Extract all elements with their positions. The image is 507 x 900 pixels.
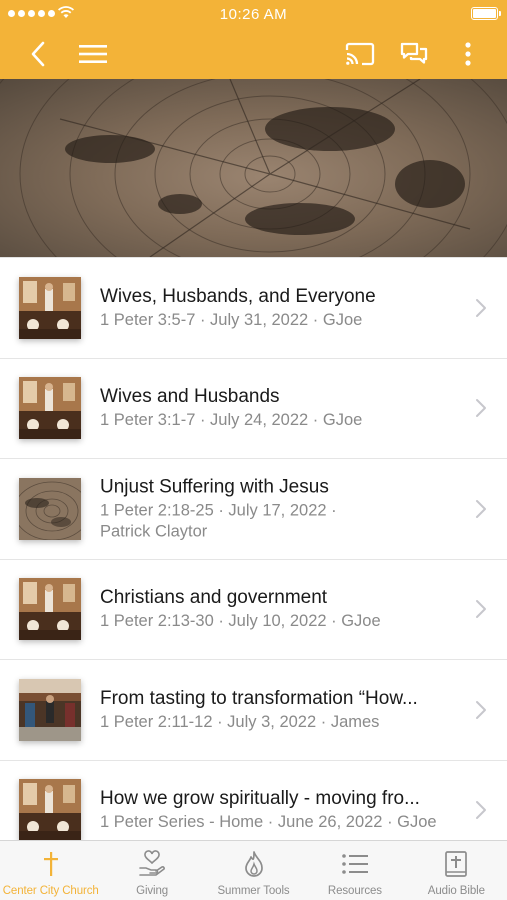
tab-label: Audio Bible bbox=[427, 885, 485, 897]
sermon-row[interactable]: Christians and government 1 Peter 2:13-3… bbox=[0, 559, 507, 660]
more-vertical-icon bbox=[465, 41, 471, 66]
hamburger-icon bbox=[79, 44, 107, 63]
sermon-thumbnail bbox=[19, 779, 81, 840]
nav-bar bbox=[0, 28, 507, 79]
sermon-details: 1 Peter Series - Home · June 26, 2022 · … bbox=[100, 813, 437, 832]
tab-resources[interactable]: Resources bbox=[304, 841, 405, 900]
chevron-right-icon bbox=[476, 600, 486, 619]
chevron-left-icon bbox=[31, 41, 45, 66]
chevron-right-icon bbox=[476, 700, 486, 719]
chevron-right-icon bbox=[476, 399, 486, 418]
sermon-row[interactable]: Unjust Suffering with Jesus 1 Peter 2:18… bbox=[0, 459, 507, 560]
sermon-thumbnail bbox=[19, 477, 81, 540]
tab-label: Center City Church bbox=[2, 885, 99, 897]
sermon-thumbnail bbox=[19, 276, 81, 339]
sermon-details: 1 Peter 2:13-30 · July 10, 2022 · GJoe bbox=[100, 612, 381, 631]
sermon-row[interactable]: Wives and Husbands 1 Peter 3:1-7 · July … bbox=[0, 358, 507, 459]
sermon-speaker: Patrick Claytor bbox=[100, 522, 208, 541]
tab-summer-tools[interactable]: Summer Tools bbox=[203, 841, 304, 900]
bible-icon bbox=[445, 851, 468, 877]
tab-label: Summer Tools bbox=[217, 885, 290, 897]
sermon-list: Wives, Husbands, and Everyone 1 Peter 3:… bbox=[0, 257, 507, 840]
sermon-row[interactable]: How we grow spiritually - moving fro... … bbox=[0, 760, 507, 840]
sermon-thumbnail bbox=[19, 578, 81, 641]
sermon-title: How we grow spiritually - moving fro... bbox=[100, 788, 420, 810]
cast-button[interactable] bbox=[340, 28, 380, 79]
tab-giving[interactable]: Giving bbox=[101, 841, 202, 900]
sermon-details: 1 Peter 2:11-12 · July 3, 2022 · James bbox=[100, 712, 380, 731]
tab-label: Giving bbox=[136, 885, 169, 897]
sermon-title: Christians and government bbox=[100, 587, 328, 609]
menu-button[interactable] bbox=[73, 28, 113, 79]
sermon-title: Wives, Husbands, and Everyone bbox=[100, 285, 376, 307]
sermon-thumbnail bbox=[19, 377, 81, 440]
tab-center-city-church[interactable]: Center City Church bbox=[0, 841, 101, 900]
sermon-title: Wives and Husbands bbox=[100, 386, 280, 408]
sermon-row[interactable]: Wives, Husbands, and Everyone 1 Peter 3:… bbox=[0, 258, 507, 359]
chat-icon bbox=[400, 42, 428, 64]
chat-button[interactable] bbox=[394, 28, 434, 79]
battery-icon bbox=[471, 7, 501, 20]
status-time: 10:26 AM bbox=[219, 6, 288, 23]
chevron-right-icon bbox=[476, 801, 486, 820]
tab-label: Resources bbox=[327, 885, 382, 897]
back-button[interactable] bbox=[18, 28, 58, 79]
sermon-details: 1 Peter 2:18-25 · July 17, 2022 · bbox=[100, 501, 337, 520]
chevron-right-icon bbox=[476, 298, 486, 317]
cast-icon bbox=[345, 42, 375, 65]
tab-audio-bible[interactable]: Audio Bible bbox=[406, 841, 507, 900]
list-icon bbox=[342, 854, 368, 874]
sermon-details: 1 Peter 3:1-7 · July 24, 2022 · GJoe bbox=[100, 411, 363, 430]
sermon-details: 1 Peter 3:5-7 · July 31, 2022 · GJoe bbox=[100, 310, 363, 329]
sermon-thumbnail bbox=[19, 678, 81, 741]
more-options-button[interactable] bbox=[448, 28, 488, 79]
sermon-row[interactable]: From tasting to transformation “How... 1… bbox=[0, 660, 507, 761]
giving-hand-icon bbox=[139, 850, 166, 876]
sermon-title: Unjust Suffering with Jesus bbox=[100, 476, 329, 498]
status-bar: 10:26 AM bbox=[0, 0, 507, 28]
flame-icon bbox=[244, 851, 263, 877]
sermon-title: From tasting to transformation “How... bbox=[100, 687, 418, 709]
cross-icon bbox=[43, 852, 58, 876]
series-banner-image bbox=[0, 79, 507, 257]
tab-bar: Center City Church Giving Summer Tools R… bbox=[0, 840, 507, 900]
chevron-right-icon bbox=[476, 499, 486, 518]
